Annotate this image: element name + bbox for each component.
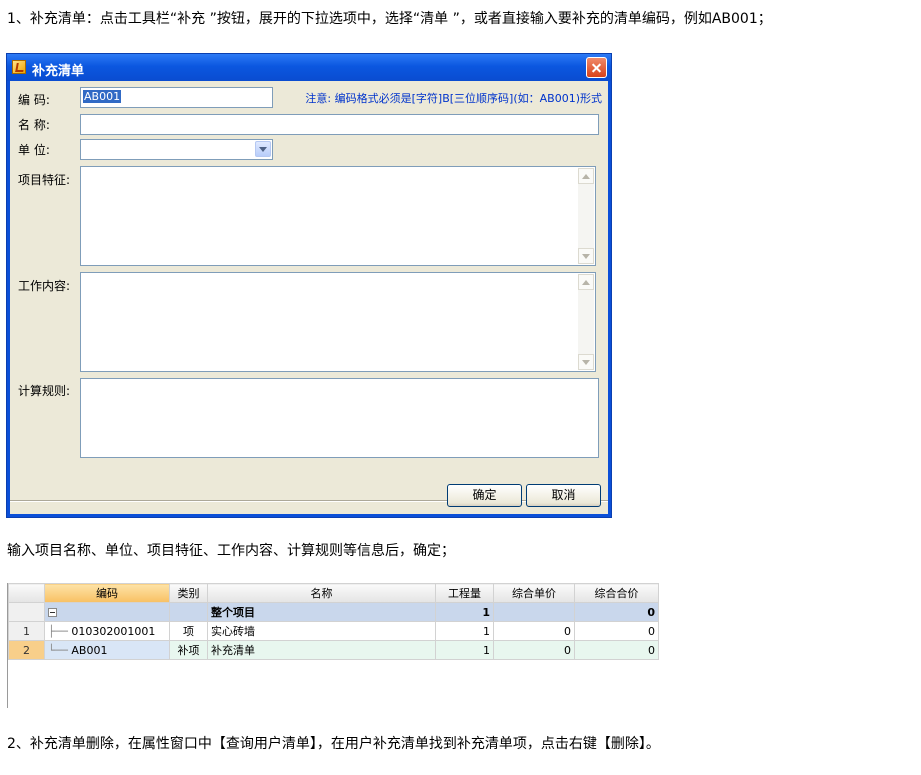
code-label: 编 码: (18, 93, 50, 107)
ok-button[interactable]: 确定 (447, 484, 522, 507)
group-qty[interactable]: 1 (435, 602, 494, 622)
cancel-button[interactable]: 取消 (526, 484, 601, 507)
scroll-up-icon[interactable] (578, 168, 594, 184)
col-header-type[interactable]: 类别 (169, 583, 208, 603)
row-header (8, 602, 45, 622)
supplement-list-dialog: 补充清单 编 码: AB001 注意: 编码格式必须是[字符]B[三位顺序码](… (6, 53, 612, 518)
name-input[interactable] (80, 114, 599, 135)
dialog-client-area: 编 码: AB001 注意: 编码格式必须是[字符]B[三位顺序码](如：AB0… (10, 81, 608, 514)
row-total-price[interactable]: 0 (574, 621, 659, 641)
code-input[interactable]: AB001 (80, 87, 273, 108)
row-unit-price[interactable]: 0 (493, 621, 575, 641)
row-type[interactable]: 补项 (169, 640, 208, 660)
instruction-step-1: 1、补充清单：点击工具栏“补充 ”按钮，展开的下拉选项中，选择“清单 ”，或者直… (7, 11, 772, 27)
features-scrollbar[interactable] (578, 168, 594, 264)
grid-header-row: 编码 类别 名称 工程量 综合单价 综合合价 (8, 583, 659, 603)
collapse-cell[interactable] (44, 602, 170, 622)
code-input-value: AB001 (83, 90, 122, 103)
row-header[interactable]: 2 (8, 640, 45, 660)
work-content-textarea[interactable] (80, 272, 596, 372)
row-qty[interactable]: 1 (435, 640, 494, 660)
code-format-note: 注意: 编码格式必须是[字符]B[三位顺序码](如：AB001)形式 (305, 92, 602, 105)
rules-textarea[interactable] (80, 378, 599, 458)
features-textarea[interactable] (80, 166, 596, 266)
chevron-down-icon[interactable] (255, 141, 271, 157)
instruction-step-2: 2、补充清单删除，在属性窗口中【查询用户清单】，在用户补充清单找到补充清单项，点… (7, 736, 660, 752)
collapse-icon[interactable] (48, 608, 57, 617)
close-icon[interactable] (586, 57, 607, 78)
row-header[interactable]: 1 (8, 621, 45, 641)
app-icon (12, 60, 26, 74)
rules-label: 计算规则: (18, 384, 71, 398)
work-content-label: 工作内容: (18, 279, 71, 293)
col-header-qty[interactable]: 工程量 (435, 583, 494, 603)
group-total[interactable]: 0 (574, 602, 659, 622)
row-code[interactable]: ├── 010302001001 (44, 621, 170, 641)
table-row-group[interactable]: 整个项目 1 0 (8, 602, 659, 622)
col-header-name[interactable]: 名称 (207, 583, 436, 603)
col-header-code[interactable]: 编码 (44, 583, 170, 603)
row-qty[interactable]: 1 (435, 621, 494, 641)
col-header-unit-price[interactable]: 综合单价 (493, 583, 575, 603)
name-label: 名 称: (18, 118, 50, 132)
row-total-price[interactable]: 0 (574, 640, 659, 660)
instruction-step-1b: 输入项目名称、单位、项目特征、工作内容、计算规则等信息后，确定； (7, 543, 455, 559)
scroll-down-icon[interactable] (578, 354, 594, 370)
table-row[interactable]: 1 ├── 010302001001 项 实心砖墙 1 0 0 (8, 621, 659, 641)
work-content-scrollbar[interactable] (578, 274, 594, 370)
row-unit-price[interactable]: 0 (493, 640, 575, 660)
features-label: 项目特征: (18, 173, 71, 187)
dialog-title: 补充清单 (32, 64, 85, 79)
dialog-title-bar[interactable]: 补充清单 (7, 54, 611, 81)
row-type[interactable]: 项 (169, 621, 208, 641)
row-name[interactable]: 实心砖墙 (207, 621, 436, 641)
row-name[interactable]: 补充清单 (207, 640, 436, 660)
corner-cell (8, 583, 45, 603)
group-name[interactable]: 整个项目 (207, 602, 436, 622)
row-code[interactable]: └── AB001 (44, 640, 170, 660)
scroll-down-icon[interactable] (578, 248, 594, 264)
scroll-up-icon[interactable] (578, 274, 594, 290)
table-row[interactable]: 2 └── AB001 补项 补充清单 1 0 0 (8, 640, 659, 660)
col-header-total-price[interactable]: 综合合价 (574, 583, 659, 603)
bill-grid: 编码 类别 名称 工程量 综合单价 综合合价 整个项目 1 0 1 ├── 01… (7, 583, 659, 708)
unit-label: 单 位: (18, 143, 50, 157)
unit-select[interactable] (80, 139, 273, 160)
